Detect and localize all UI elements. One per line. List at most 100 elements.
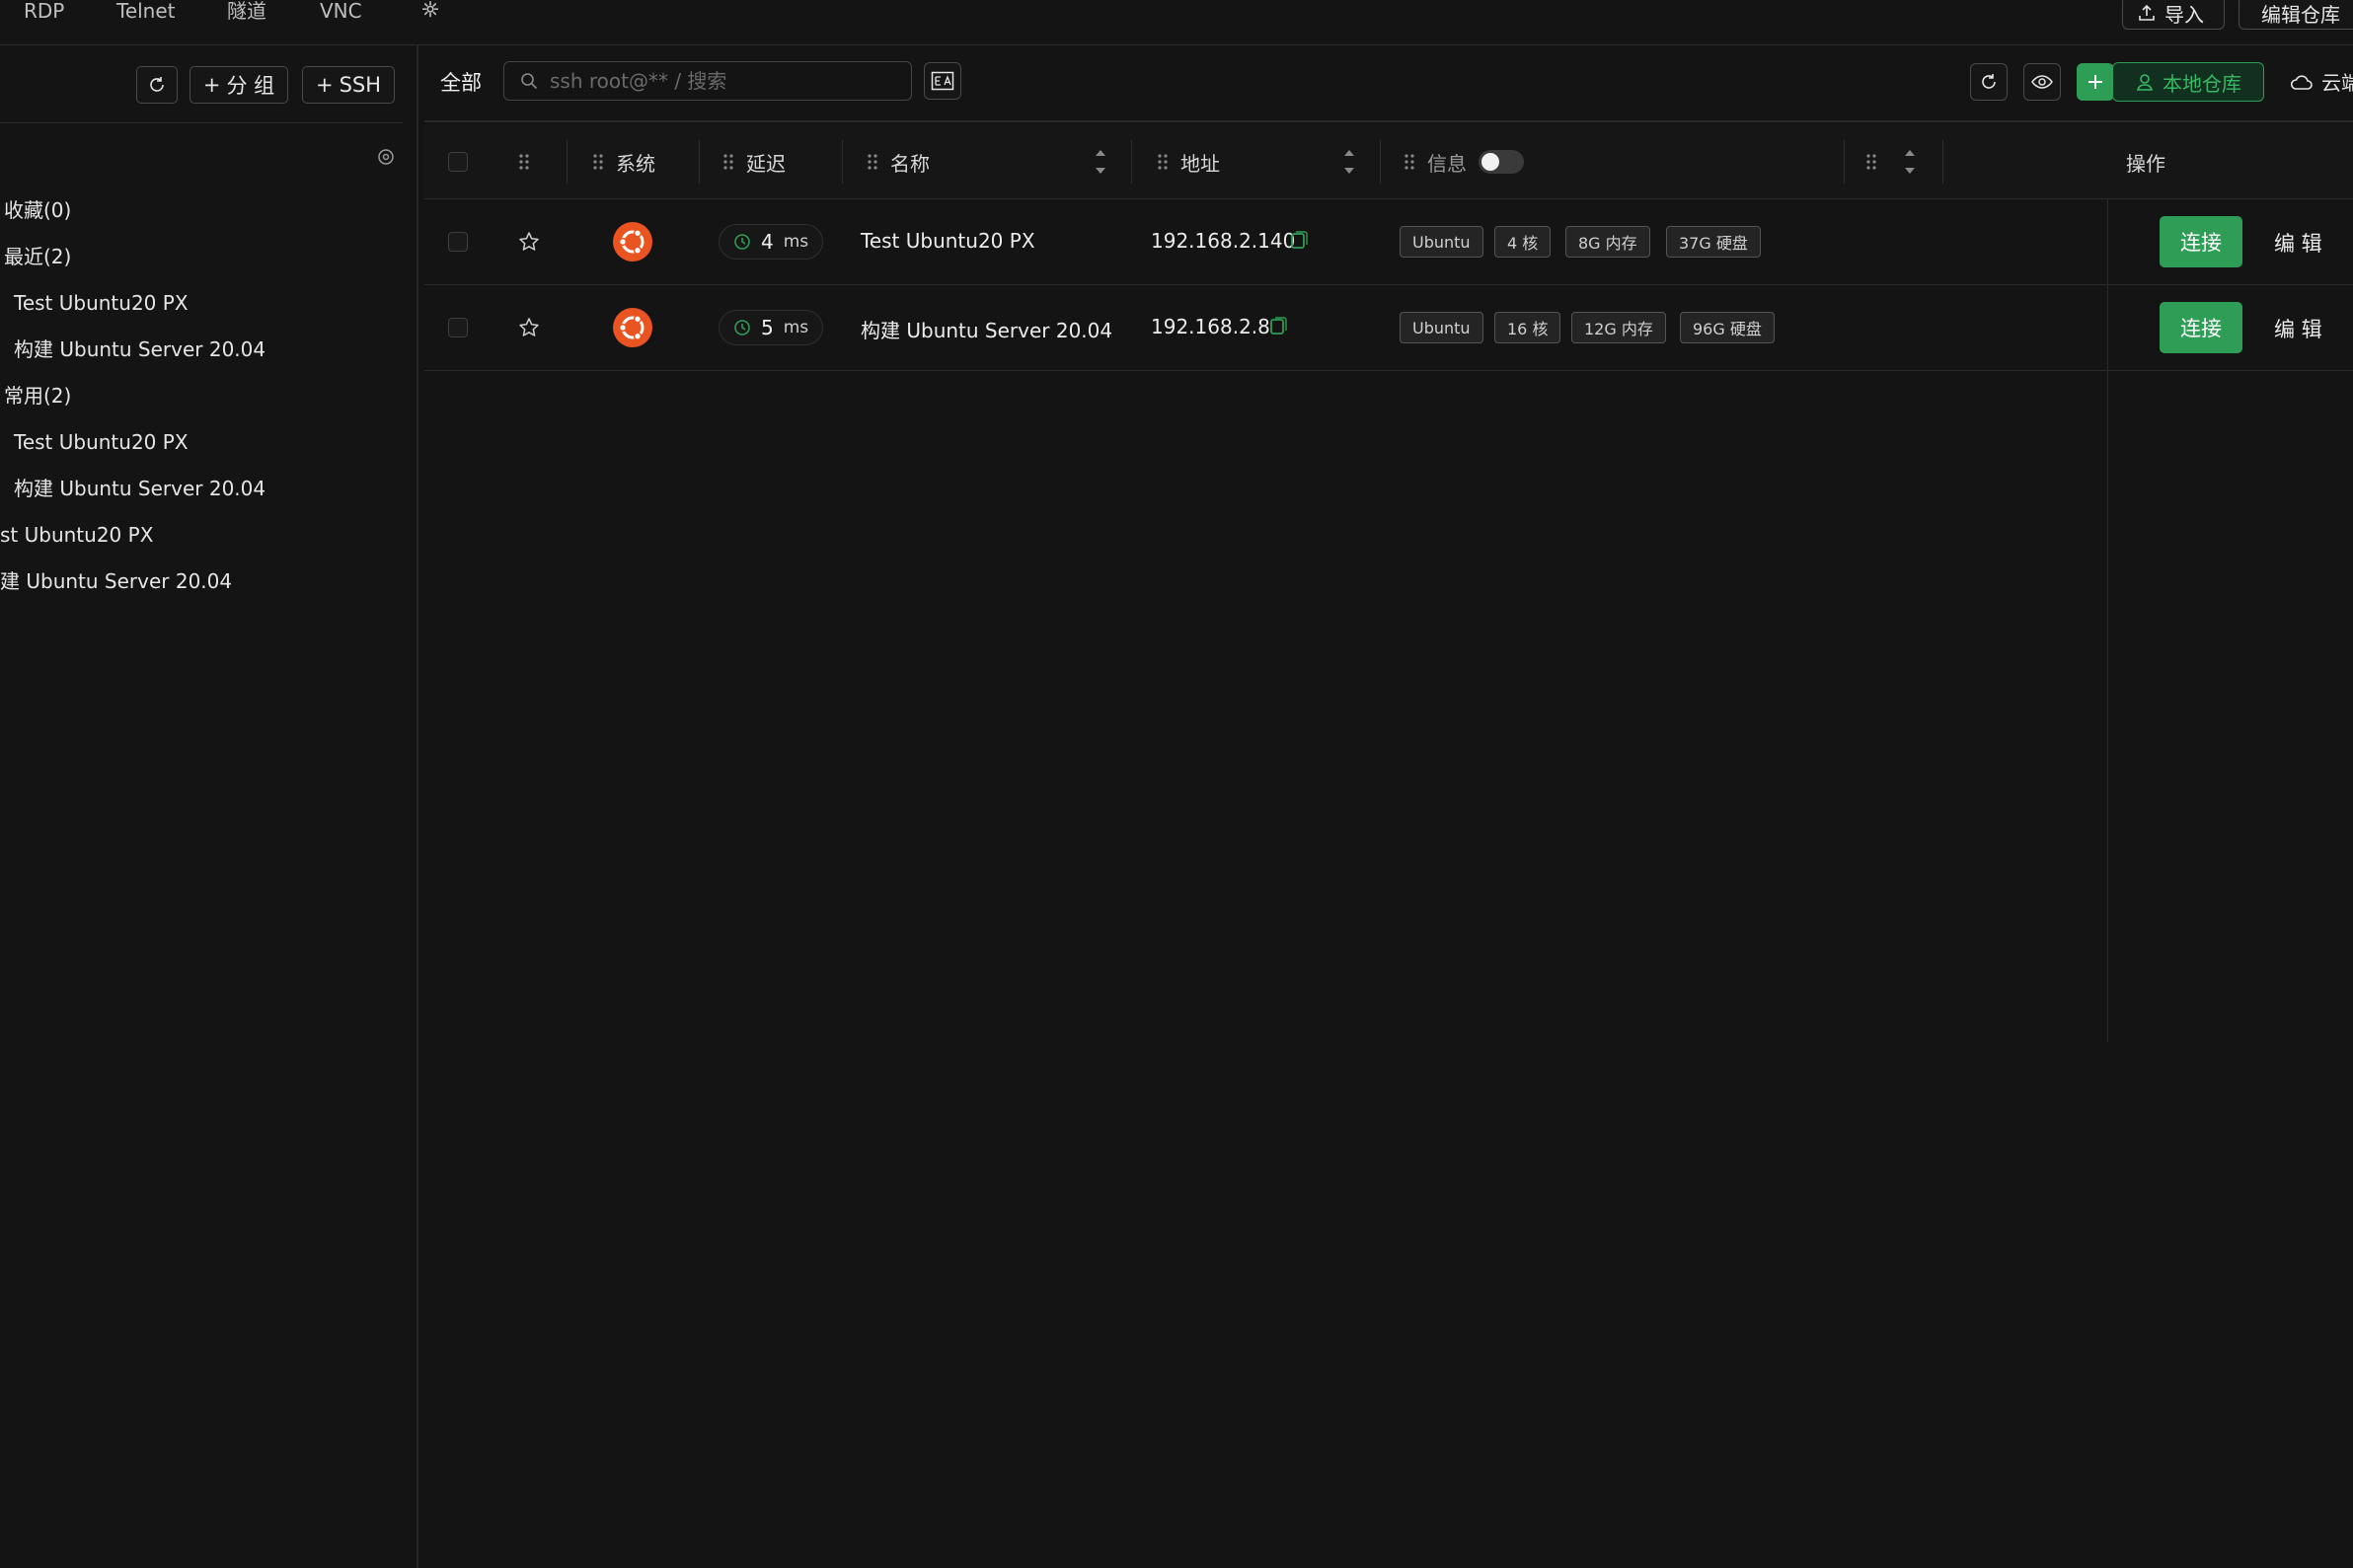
- sidebar-item-recent[interactable]: 最近(2): [4, 244, 71, 269]
- app-window: RDP Telnet 隧道 VNC 导入 编辑仓库 + 分 组 + SSH 收藏…: [0, 0, 2353, 1568]
- header-info-label: 信息: [1427, 151, 1467, 176]
- header-system[interactable]: 系统: [592, 124, 655, 199]
- add-host-button[interactable]: [2077, 63, 2114, 101]
- sort-icon[interactable]: [1094, 146, 1107, 178]
- search-icon: [521, 73, 538, 90]
- add-ssh-button[interactable]: + SSH: [302, 66, 395, 104]
- sidebar-item-host[interactable]: Test Ubuntu20 PX: [14, 290, 189, 316]
- column-divider: [1942, 140, 1943, 184]
- local-repo-label: 本地仓库: [2163, 71, 2241, 96]
- clock-icon: [734, 234, 750, 250]
- drag-handle-icon[interactable]: [1865, 153, 1877, 171]
- star-icon[interactable]: [518, 231, 540, 253]
- tag-os: Ubuntu: [1400, 226, 1483, 258]
- copy-icon[interactable]: [1269, 317, 1287, 336]
- table-row[interactable]: 4 ms Test Ubuntu20 PX 192.168.2.140 Ubun…: [424, 199, 2353, 285]
- search-box[interactable]: [503, 61, 912, 101]
- edit-button[interactable]: 编 辑: [2274, 314, 2322, 343]
- edit-button[interactable]: 编 辑: [2274, 228, 2322, 258]
- sidebar-item-host[interactable]: st Ubuntu20 PX: [0, 522, 153, 548]
- tab-vnc[interactable]: VNC: [320, 0, 362, 22]
- tag-memory: 12G 内存: [1571, 312, 1666, 343]
- drag-handle-icon[interactable]: [518, 153, 530, 171]
- sidebar-item-host[interactable]: 构建 Ubuntu Server 20.04: [14, 336, 266, 362]
- host-address: 192.168.2.8: [1151, 315, 1270, 338]
- drag-handle-icon[interactable]: [1157, 153, 1169, 171]
- filter-all[interactable]: 全部: [440, 67, 482, 97]
- header-actions: 操作: [2126, 124, 2165, 199]
- column-divider: [1131, 140, 1132, 184]
- tag-memory: 8G 内存: [1565, 226, 1650, 258]
- drag-handle-icon[interactable]: [867, 153, 878, 171]
- cloud-repo-button[interactable]: 云端仓库: [2290, 67, 2353, 96]
- visibility-button[interactable]: [2023, 63, 2061, 101]
- sidebar-divider: [0, 122, 403, 123]
- header-name-label: 名称: [890, 151, 930, 176]
- main-panel: 全部 ssh root@** / 搜索 本地仓库 云端 系统 延迟 名称 地址 …: [424, 45, 2353, 1568]
- import-button[interactable]: 导入: [2122, 0, 2225, 30]
- refresh-icon: [1982, 74, 1996, 89]
- info-toggle[interactable]: [1479, 150, 1524, 174]
- search-input[interactable]: [550, 69, 885, 93]
- column-divider: [699, 140, 700, 184]
- latency-unit: ms: [783, 232, 809, 252]
- refresh-button[interactable]: [136, 66, 178, 104]
- refresh-icon: [150, 77, 164, 92]
- local-repo-button[interactable]: 本地仓库: [2112, 62, 2264, 102]
- header-info[interactable]: 信息: [1404, 124, 1524, 199]
- input-method-button[interactable]: [924, 62, 961, 100]
- edit-repo-label: 编辑仓库: [2261, 2, 2340, 27]
- cloud-icon: [2290, 74, 2313, 90]
- latency-badge: 5 ms: [719, 310, 824, 345]
- add-group-button[interactable]: + 分 组: [190, 66, 288, 104]
- tab-rdp[interactable]: RDP: [24, 0, 64, 22]
- connect-button[interactable]: 连接: [2160, 302, 2242, 353]
- clock-icon: [734, 320, 750, 336]
- plus-icon: +: [315, 73, 334, 97]
- header-name[interactable]: 名称: [867, 124, 930, 199]
- table-row[interactable]: 5 ms 构建 Ubuntu Server 20.04 192.168.2.8 …: [424, 285, 2353, 371]
- sidebar: + 分 组 + SSH 收藏(0) 最近(2) Test Ubuntu20 PX…: [0, 45, 418, 1568]
- drag-handle-icon[interactable]: [1404, 153, 1415, 171]
- ubuntu-icon: [613, 222, 652, 261]
- edit-repo-button[interactable]: 编辑仓库: [2239, 0, 2353, 30]
- reload-button[interactable]: [1970, 63, 2008, 101]
- header-system-label: 系统: [616, 151, 655, 176]
- latency-unit: ms: [783, 318, 809, 337]
- sidebar-item-host[interactable]: Test Ubuntu20 PX: [14, 429, 189, 455]
- header-address-label: 地址: [1180, 151, 1220, 176]
- row-checkbox[interactable]: [448, 232, 468, 252]
- drag-handle-icon[interactable]: [592, 153, 604, 171]
- sort-icon[interactable]: [1903, 146, 1917, 178]
- sidebar-item-host[interactable]: 构建 Ubuntu Server 20.04: [14, 476, 266, 501]
- user-icon: [2136, 74, 2154, 91]
- header-address[interactable]: 地址: [1157, 124, 1220, 199]
- copy-icon[interactable]: [1290, 231, 1308, 251]
- sort-icon[interactable]: [1342, 146, 1356, 178]
- select-all-checkbox[interactable]: [448, 152, 468, 172]
- sidebar-item-favorites[interactable]: 收藏(0): [4, 197, 71, 223]
- tag-cpu: 16 核: [1494, 312, 1561, 343]
- sidebar-item-host[interactable]: 建 Ubuntu Server 20.04: [0, 568, 232, 594]
- header-latency[interactable]: 延迟: [722, 124, 786, 199]
- add-group-label: 分 组: [226, 74, 275, 98]
- connect-button[interactable]: 连接: [2160, 216, 2242, 267]
- settings-icon[interactable]: [375, 146, 397, 168]
- ubuntu-icon: [613, 308, 652, 347]
- plus-icon: [2088, 75, 2102, 89]
- row-checkbox[interactable]: [448, 318, 468, 337]
- host-name: Test Ubuntu20 PX: [861, 229, 1035, 253]
- header-latency-label: 延迟: [746, 151, 786, 176]
- gear-icon[interactable]: [418, 0, 442, 22]
- hosts-table: 系统 延迟 名称 地址 信息 操作 4 ms Test Ubuntu20 PX …: [424, 124, 2353, 1042]
- tag-disk: 96G 硬盘: [1680, 312, 1775, 343]
- tab-tunnel[interactable]: 隧道: [227, 0, 266, 22]
- eye-icon: [2031, 75, 2053, 89]
- sidebar-item-frequent[interactable]: 常用(2): [4, 383, 71, 409]
- add-ssh-label: SSH: [339, 73, 382, 97]
- tab-telnet[interactable]: Telnet: [116, 0, 176, 22]
- drag-handle-icon[interactable]: [722, 153, 734, 171]
- star-icon[interactable]: [518, 317, 540, 338]
- latency-value: 5: [761, 316, 774, 339]
- column-divider: [567, 140, 568, 184]
